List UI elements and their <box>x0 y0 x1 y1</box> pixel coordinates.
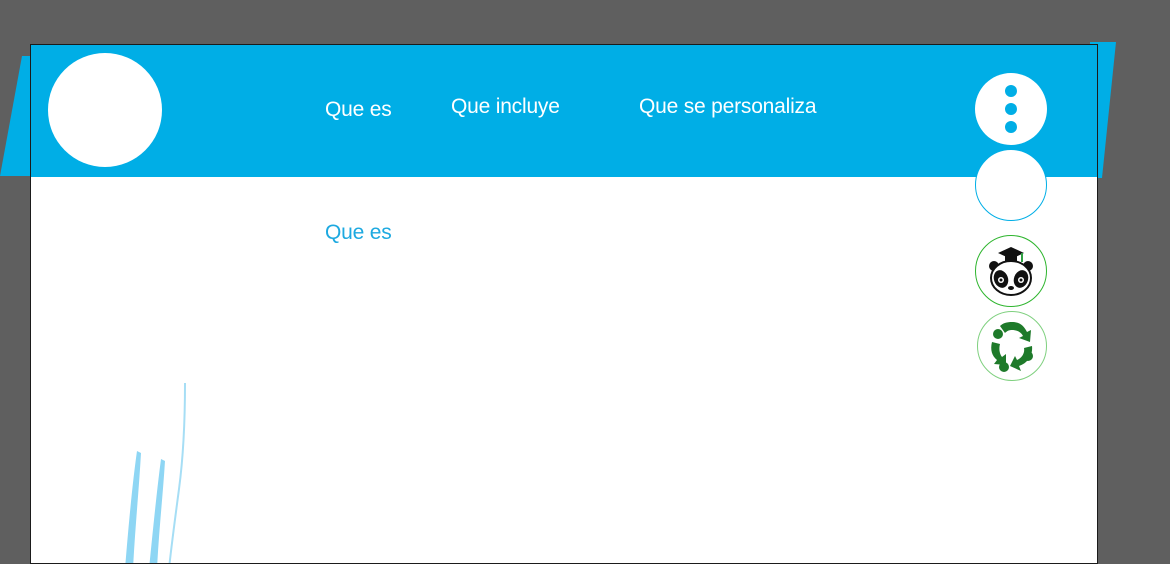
header-bar: Que es Que incluye Que se personaliza <box>31 45 1097 177</box>
brush-stroke-decoration <box>125 382 186 563</box>
menu-button[interactable] <box>975 73 1047 145</box>
nav-item-que-se-personaliza[interactable]: Que se personaliza <box>639 95 817 119</box>
recycle-icon <box>991 322 1033 372</box>
nav-item-que-es[interactable]: Que es <box>325 98 392 122</box>
logo-placeholder[interactable] <box>48 53 162 167</box>
panda-graduation-icon <box>989 247 1033 296</box>
menu-dot-icon <box>1005 103 1017 115</box>
section-title: Que es <box>325 221 392 244</box>
blank-circle-button[interactable] <box>975 149 1047 221</box>
recycle-button[interactable] <box>977 311 1047 381</box>
panda-graduation-button[interactable] <box>975 235 1047 307</box>
menu-dot-icon <box>1005 85 1017 97</box>
page-artboard: Que es Que incluye Que se personaliza Qu… <box>30 44 1098 564</box>
nav-item-que-incluye[interactable]: Que incluye <box>451 95 560 119</box>
menu-dot-icon <box>1005 121 1017 133</box>
